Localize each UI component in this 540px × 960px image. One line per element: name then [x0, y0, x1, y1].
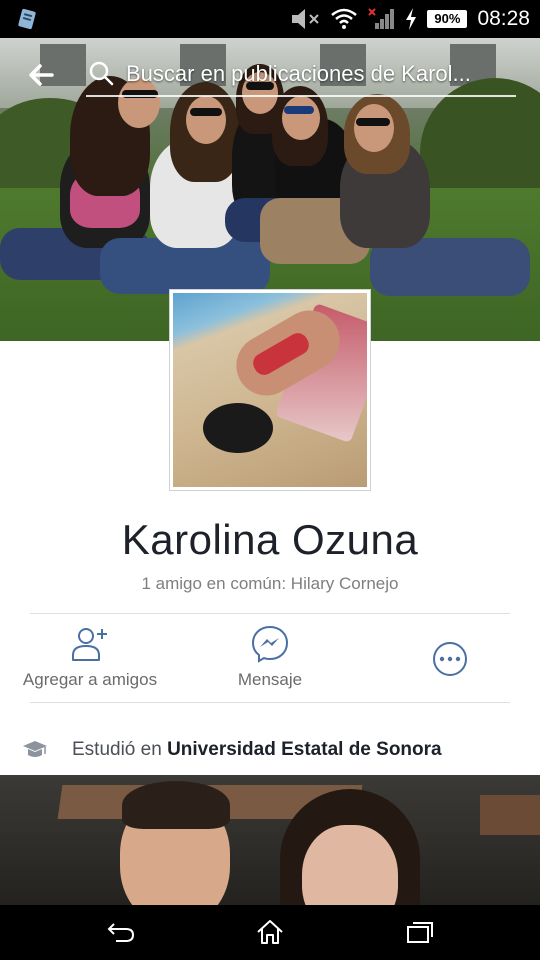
school-name[interactable]: Universidad Estatal de Sonora [167, 739, 442, 760]
search-icon [89, 61, 114, 86]
education-text: Estudió en Universidad Estatal de Sonora [72, 739, 442, 760]
message-label: Mensaje [237, 670, 303, 689]
divider [30, 702, 510, 703]
messenger-icon [251, 625, 289, 663]
message-button[interactable]: Mensaje [180, 622, 360, 698]
signal-icon [368, 8, 395, 29]
search-input[interactable]: Buscar en publicaciones de Karol... [126, 58, 510, 90]
nav-home-icon[interactable] [255, 919, 285, 945]
more-options-button[interactable] [360, 622, 540, 698]
battery-indicator: 90% [427, 10, 468, 28]
status-bar: 90% 08:28 [0, 0, 540, 38]
divider [30, 613, 510, 614]
nav-back-icon[interactable] [106, 919, 136, 945]
charging-icon [406, 8, 417, 30]
notification-app-icon [18, 8, 36, 30]
education-row[interactable]: Estudió en Universidad Estatal de Sonora [22, 734, 442, 766]
graduation-cap-icon [23, 741, 47, 757]
profile-name: Karolina Ozuna [121, 516, 419, 563]
featured-photo[interactable] [0, 775, 540, 905]
search-underline [86, 95, 516, 97]
profile-picture[interactable] [169, 289, 371, 491]
add-friend-icon [72, 628, 107, 661]
nav-recents-icon[interactable] [405, 919, 435, 945]
add-friend-label: Agregar a amigos [22, 670, 158, 689]
add-friend-button[interactable]: Agregar a amigos [0, 622, 180, 698]
mute-icon [292, 9, 320, 29]
more-options-icon [433, 642, 467, 676]
status-time: 08:28 [477, 7, 530, 30]
android-nav-bar [0, 905, 540, 960]
wifi-icon [331, 8, 358, 29]
mutual-friends-text[interactable]: 1 amigo en común: Hilary Cornejo [0, 574, 540, 594]
back-arrow-icon[interactable] [26, 60, 56, 90]
